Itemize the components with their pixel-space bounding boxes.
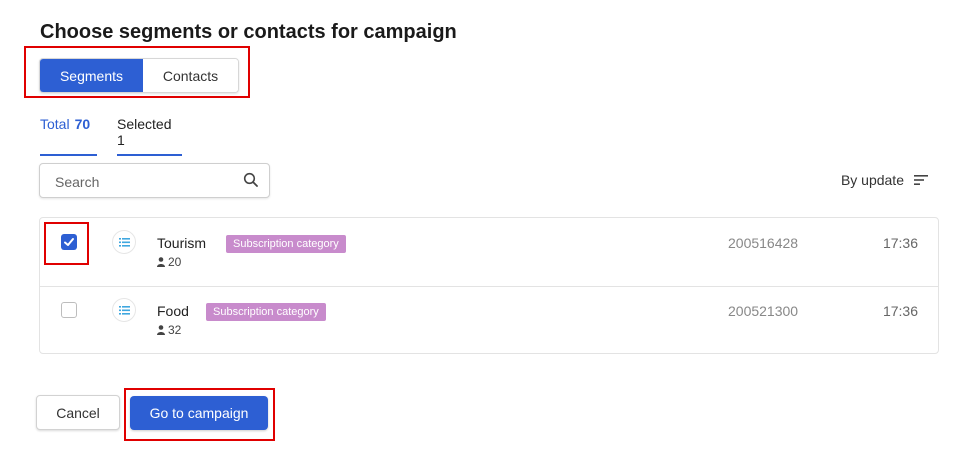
list-item[interactable]: Food Subscription category 32 200521300 … bbox=[40, 286, 938, 354]
member-count: 32 bbox=[157, 323, 181, 337]
member-count-value: 32 bbox=[168, 323, 182, 337]
segment-toggle: Segments Contacts bbox=[39, 58, 239, 93]
update-time: 17:36 bbox=[882, 303, 918, 319]
row-checkbox[interactable] bbox=[61, 302, 77, 318]
tab-bar: Total 70 Selected 1 bbox=[40, 116, 182, 156]
category-tag: Subscription category bbox=[206, 303, 326, 321]
go-to-campaign-button[interactable]: Go to campaign bbox=[130, 396, 268, 430]
sort-label: By update bbox=[840, 172, 904, 188]
segment-name: Food bbox=[157, 303, 189, 319]
member-count: 20 bbox=[157, 255, 181, 269]
tab-selected[interactable]: Selected 1 bbox=[117, 116, 182, 156]
tab-total[interactable]: Total 70 bbox=[40, 116, 97, 156]
sort-button[interactable]: By update bbox=[841, 172, 928, 188]
segments-toggle-button[interactable]: Segments bbox=[40, 59, 143, 92]
segment-name: Tourism bbox=[157, 235, 207, 251]
member-count-value: 20 bbox=[168, 255, 182, 269]
search-input[interactable] bbox=[53, 164, 237, 199]
search-icon[interactable] bbox=[243, 172, 259, 188]
segment-id: 200521300 bbox=[728, 303, 799, 319]
tab-total-label: Total bbox=[40, 116, 70, 132]
page-title: Choose segments or contacts for campaign bbox=[40, 21, 457, 43]
search-box bbox=[39, 163, 270, 199]
update-time: 17:36 bbox=[882, 235, 918, 251]
contacts-toggle-button[interactable]: Contacts bbox=[143, 59, 238, 92]
person-icon bbox=[157, 325, 165, 335]
segment-id: 200516428 bbox=[728, 235, 799, 251]
person-icon bbox=[157, 257, 165, 267]
cancel-button[interactable]: Cancel bbox=[36, 395, 120, 430]
segment-list: Tourism Subscription category 20 2005164… bbox=[39, 217, 939, 354]
tab-total-count: 70 bbox=[74, 116, 91, 132]
list-item[interactable]: Tourism Subscription category 20 2005164… bbox=[40, 218, 938, 287]
category-tag: Subscription category bbox=[226, 235, 346, 253]
segment-list-icon bbox=[112, 230, 136, 254]
sort-icon bbox=[914, 175, 928, 185]
segment-list-icon bbox=[112, 298, 136, 322]
highlight-box bbox=[44, 222, 89, 265]
